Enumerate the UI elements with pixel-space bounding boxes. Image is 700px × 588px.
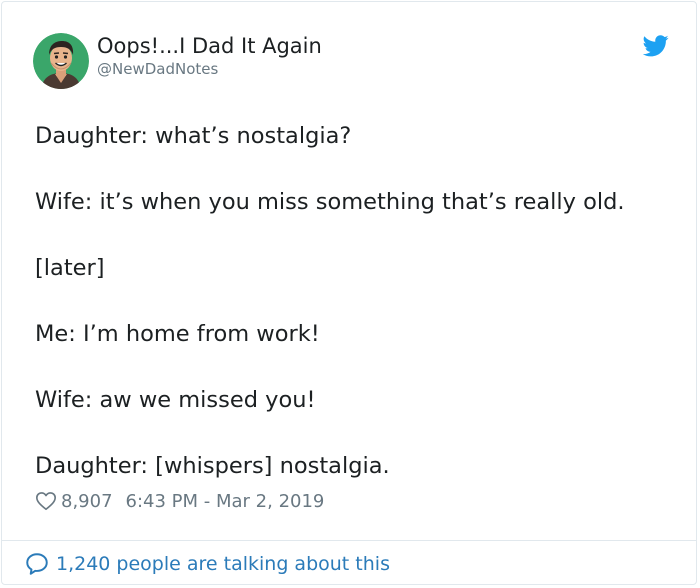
- tweet-line: Wife: aw we missed you!: [35, 387, 316, 413]
- tweet-line: Daughter: what’s nostalgia?: [35, 123, 352, 149]
- avatar-illustration: [33, 33, 89, 89]
- tweet-line: Wife: it’s when you miss something that’…: [35, 189, 625, 215]
- tweet-card: Oops!...I Dad It Again @NewDadNotes Daug…: [1, 1, 697, 585]
- twitter-bird-icon[interactable]: [643, 35, 669, 57]
- heart-icon[interactable]: [35, 490, 57, 512]
- avatar[interactable]: [33, 33, 89, 89]
- author-handle[interactable]: @NewDadNotes: [97, 60, 218, 78]
- like-count[interactable]: 8,907: [61, 491, 113, 512]
- tweet-line: [later]: [35, 255, 105, 281]
- timestamp[interactable]: 6:43 PM - Mar 2, 2019: [126, 491, 325, 512]
- tweet-line: Me: I’m home from work!: [35, 321, 320, 347]
- speech-bubble-icon: [26, 553, 48, 575]
- tweet-line: Daughter: [whispers] nostalgia.: [35, 453, 390, 479]
- tweet-meta: 8,907 6:43 PM - Mar 2, 2019: [35, 488, 324, 514]
- divider: [2, 540, 696, 541]
- conversation-text: 1,240 people are talking about this: [56, 553, 390, 575]
- conversation-link[interactable]: 1,240 people are talking about this: [24, 551, 390, 577]
- tweet-text: Daughter: what’s nostalgia? Wife: it’s w…: [35, 120, 685, 483]
- author-name[interactable]: Oops!...I Dad It Again: [97, 34, 322, 58]
